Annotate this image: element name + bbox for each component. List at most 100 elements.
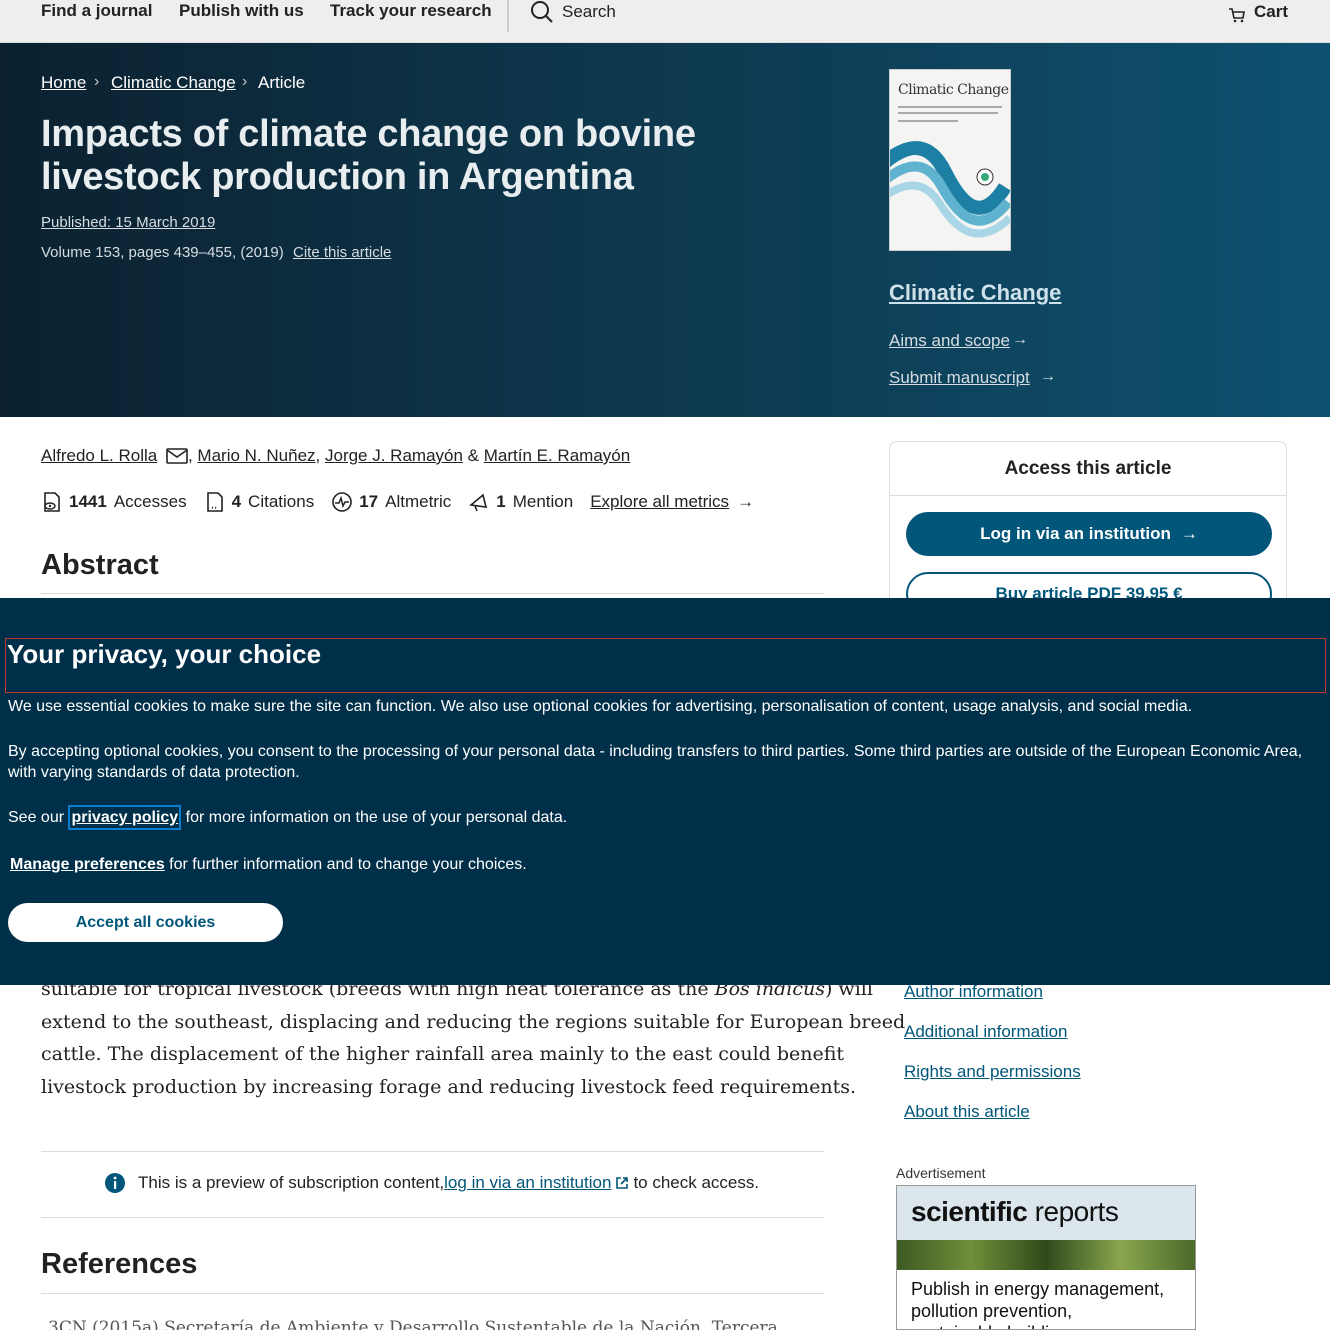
- metric-citations: ,, 4 Citations: [204, 491, 315, 513]
- search-icon: [531, 1, 553, 23]
- breadcrumb-home[interactable]: Home: [41, 73, 86, 93]
- toc-additional-information[interactable]: Additional information: [904, 1022, 1067, 1042]
- author-link[interactable]: Martín E. Ramayón: [484, 446, 630, 465]
- abstract-line: cattle. The displacement of the higher r…: [41, 1043, 845, 1065]
- metrics-bar: 1441 Accesses ,, 4 Citations 17 Altmetri…: [41, 491, 754, 513]
- megaphone-icon: [469, 493, 488, 512]
- author-link[interactable]: Jorge J. Ramayón: [325, 446, 463, 465]
- nav-cart-label: Cart: [1254, 2, 1289, 21]
- cookie-text: for further information and to change yo…: [164, 856, 527, 873]
- submit-manuscript-link[interactable]: Submit manuscript: [889, 368, 1030, 388]
- preview-login-link[interactable]: log in via an institution: [444, 1173, 611, 1193]
- divider: [41, 593, 824, 594]
- info-icon: [105, 1173, 125, 1193]
- journal-cover[interactable]: Climatic Change: [889, 69, 1011, 251]
- nav-cart[interactable]: Cart: [1228, 0, 1288, 24]
- breadcrumb-current: Article: [258, 73, 306, 92]
- toc-author-information[interactable]: Author information: [904, 982, 1043, 1002]
- divider: [890, 495, 1286, 496]
- aims-scope-link[interactable]: Aims and scope: [889, 331, 1010, 351]
- accept-cookies-button[interactable]: Accept all cookies: [8, 903, 283, 942]
- author-separator: ,: [315, 446, 325, 465]
- ad-copy-line: Publish in energy management,: [911, 1279, 1165, 1299]
- preview-text: This is a preview of subscription conten…: [138, 1173, 445, 1192]
- abstract-line: extend to the southeast, displacing and …: [41, 1010, 906, 1033]
- citations-icon: ,,: [206, 492, 223, 512]
- arrow-right-icon: →: [1012, 331, 1028, 348]
- ad-copy-line: pollution prevention,: [911, 1301, 1073, 1321]
- altmetric-label: Altmetric: [385, 492, 452, 511]
- accesses-icon: [44, 492, 60, 512]
- altmetric-score: 17: [359, 492, 379, 511]
- arrow-right-icon: →: [1040, 368, 1056, 385]
- author-ampersand: &: [467, 446, 480, 465]
- page-title: Impacts of climate change on bovine live…: [41, 113, 696, 198]
- cookie-paragraph: Manage preferences for further informati…: [10, 854, 1320, 875]
- cookie-text: for more information on the use of your …: [181, 809, 568, 826]
- arrow-right-icon: →: [737, 492, 755, 511]
- divider: [41, 1293, 824, 1294]
- volume-info: Volume 153, pages 439–455, (2019): [41, 244, 284, 261]
- svg-text:,,: ,,: [211, 500, 217, 511]
- author-link[interactable]: Alfredo L. Rolla: [41, 446, 157, 465]
- cover-wave-art: [890, 141, 1010, 238]
- accesses-count: 1441: [69, 492, 107, 511]
- cookie-title: Your privacy, your choice: [7, 639, 322, 669]
- ad-brand-bold: scientific: [911, 1196, 1028, 1227]
- chevron-right-icon: ›: [94, 73, 100, 90]
- external-link-icon: [616, 1177, 629, 1189]
- toc-rights-permissions[interactable]: Rights and permissions: [904, 1062, 1081, 1082]
- toc-about-article[interactable]: About this article: [904, 1102, 1030, 1122]
- divider: [41, 1151, 824, 1152]
- reference-item: 3CN (2015a) Secretaría de Ambiente y Des…: [48, 1318, 778, 1330]
- cookie-title-focus-box: Your privacy, your choice: [5, 638, 1326, 693]
- mention-count: 1: [496, 492, 506, 511]
- access-title: Access this article: [1004, 458, 1172, 479]
- login-institution-button[interactable]: Log in via an institution →: [906, 512, 1272, 556]
- journal-name-link[interactable]: Climatic Change: [889, 280, 1061, 306]
- divider: [41, 1217, 824, 1218]
- preview-text: to check access.: [633, 1173, 760, 1192]
- citations-count: 4: [231, 492, 242, 511]
- cover-subtitle-line: [898, 112, 998, 114]
- author-link[interactable]: Mario N. Nuñez: [197, 446, 315, 465]
- cite-article-link[interactable]: Cite this article: [293, 244, 391, 261]
- nav-publish[interactable]: Publish with us: [179, 1, 304, 21]
- manage-preferences-link[interactable]: Manage preferences: [10, 856, 165, 873]
- cookie-consent-banner: Your privacy, your choice We use essenti…: [0, 598, 1330, 985]
- nav-track-research[interactable]: Track your research: [330, 1, 492, 21]
- author-separator: ,: [187, 446, 198, 465]
- ad-brand-rest: reports: [1027, 1196, 1119, 1227]
- abstract-text: suitable for tropical livestock (breeds …: [41, 973, 906, 1103]
- privacy-policy-link[interactable]: privacy policy: [68, 805, 182, 830]
- ad-brand: scientific reports: [911, 1196, 1119, 1228]
- nav-search[interactable]: Search: [530, 0, 616, 24]
- arrow-right-icon: →: [1180, 524, 1198, 543]
- cover-title: Climatic Change: [898, 82, 1009, 98]
- nav-find-journal[interactable]: Find a journal: [41, 1, 152, 21]
- metric-accesses: 1441 Accesses: [41, 491, 187, 513]
- advertisement-banner[interactable]: scientific reports Publish in energy man…: [896, 1185, 1196, 1330]
- cover-subtitle-line: [898, 106, 1002, 108]
- ad-header: scientific reports: [897, 1186, 1195, 1240]
- breadcrumb-journal[interactable]: Climatic Change: [111, 73, 236, 93]
- author-list: Alfredo L. Rolla , Mario N. Nuñez, Jorge…: [41, 446, 630, 466]
- ad-image: [897, 1240, 1195, 1270]
- citations-label: Citations: [248, 492, 315, 511]
- chevron-right-icon: ›: [242, 73, 248, 90]
- login-button-label: Log in via an institution: [980, 524, 1171, 543]
- abstract-line: livestock production by increasing forag…: [41, 1075, 857, 1098]
- accesses-label: Accesses: [113, 492, 187, 511]
- cookie-paragraph: By accepting optional cookies, you conse…: [8, 743, 1303, 781]
- cookie-text: See our: [8, 809, 69, 826]
- nav-search-label: Search: [562, 2, 616, 21]
- cookie-paragraph: We use essential cookies to make sure th…: [8, 698, 1193, 715]
- explore-metrics-link[interactable]: Explore all metrics: [590, 492, 729, 512]
- abstract-heading: Abstract: [41, 549, 159, 581]
- mail-icon[interactable]: [166, 448, 188, 464]
- cover-subtitle-line: [898, 120, 958, 122]
- preview-notice: This is a preview of subscription conten…: [104, 1172, 759, 1194]
- metric-mentions: 1 Mention: [468, 491, 573, 513]
- published-date[interactable]: Published: 15 March 2019: [41, 214, 215, 231]
- advertisement-label: Advertisement: [896, 1165, 986, 1181]
